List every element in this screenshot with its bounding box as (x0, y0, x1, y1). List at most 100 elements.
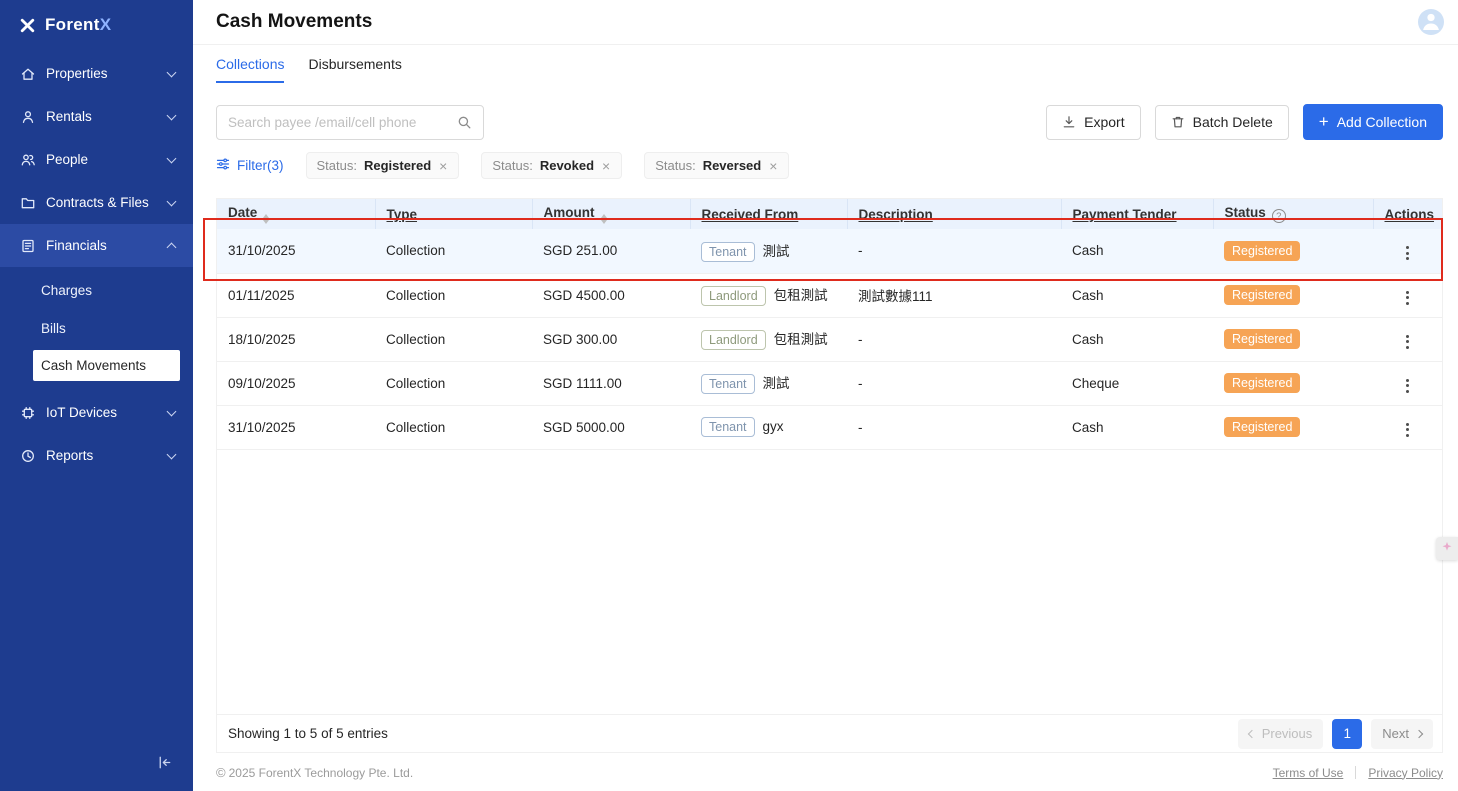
close-icon[interactable]: × (601, 159, 611, 173)
add-collection-button[interactable]: + Add Collection (1303, 104, 1443, 140)
copyright-icon: © (216, 765, 226, 780)
forentx-logo-icon (19, 17, 36, 34)
chip-prefix: Status: (317, 158, 357, 173)
sidebar-item-charges[interactable]: Charges (0, 271, 193, 309)
export-button[interactable]: Export (1046, 105, 1140, 140)
search-input[interactable] (228, 115, 457, 130)
cell-status: Registered (1213, 405, 1373, 449)
row-actions-kebab-icon[interactable] (1400, 375, 1415, 397)
cell-received-from: Tenant測試 (690, 361, 847, 405)
chevron-up-icon (167, 243, 177, 253)
column-header-status-label: Status (1225, 205, 1266, 220)
page-header: Cash Movements (193, 0, 1458, 45)
close-icon[interactable]: × (768, 159, 778, 173)
batch-delete-button-label: Batch Delete (1193, 114, 1273, 130)
divider (1355, 766, 1356, 779)
page-number-button[interactable]: 1 (1332, 719, 1362, 749)
filter-trigger-label: Filter(3) (237, 158, 284, 173)
cell-type: Collection (375, 273, 532, 317)
cell-type: Collection (375, 229, 532, 273)
sidebar-item-reports[interactable]: Reports (0, 434, 193, 477)
sidebar-item-properties[interactable]: Properties (0, 52, 193, 95)
legal-links: Terms of Use Privacy Policy (1273, 766, 1443, 780)
previous-page-button[interactable]: Previous (1238, 719, 1324, 749)
search-icon[interactable] (457, 115, 472, 130)
chip-prefix: Status: (492, 158, 532, 173)
row-actions-kebab-icon[interactable] (1400, 242, 1415, 264)
cell-date: 31/10/2025 (217, 229, 375, 273)
privacy-policy-link[interactable]: Privacy Policy (1368, 766, 1443, 780)
sidebar-item-people[interactable]: People (0, 138, 193, 181)
cell-payment-tender: Cash (1061, 229, 1213, 273)
sidebar-item-iot-devices[interactable]: IoT Devices (0, 391, 193, 434)
cell-description: 測試數據111 (847, 273, 1061, 317)
cell-actions (1373, 317, 1442, 361)
page-footer: © 2025 ForentX Technology Pte. Ltd. Term… (216, 761, 1443, 791)
chevron-down-icon (167, 406, 177, 416)
pagination: Previous 1 Next (1238, 719, 1433, 749)
collapse-sidebar-button[interactable] (156, 754, 173, 774)
add-collection-button-label: Add Collection (1337, 114, 1427, 130)
status-badge: Registered (1224, 241, 1300, 261)
sidebar-item-contracts-files[interactable]: Contracts & Files (0, 181, 193, 224)
home-icon (20, 66, 36, 82)
trash-icon (1171, 115, 1185, 129)
sidebar-subitem-label: Cash Movements (41, 358, 146, 373)
table-row: 09/10/2025 Collection SGD 1111.00 Tenant… (217, 361, 1442, 405)
cell-status: Registered (1213, 229, 1373, 273)
user-avatar[interactable] (1418, 9, 1444, 35)
toolbar: Export Batch Delete + Add Collection (216, 104, 1443, 140)
column-header-date-label[interactable]: Date (228, 205, 257, 220)
sort-icon[interactable] (601, 214, 607, 224)
help-icon[interactable]: ? (1272, 209, 1286, 223)
row-actions-kebab-icon[interactable] (1400, 287, 1415, 309)
copyright-text: 2025 ForentX Technology Pte. Ltd. (229, 766, 414, 780)
main-area: Cash Movements Collections Disbursements… (193, 0, 1458, 791)
sidebar-item-bills[interactable]: Bills (0, 309, 193, 347)
filter-chip-reversed: Status: Reversed × (644, 152, 789, 179)
sidebar-subitem-label: Charges (41, 283, 92, 298)
cell-actions (1373, 405, 1442, 449)
page-title: Cash Movements (216, 11, 372, 33)
status-badge: Registered (1224, 329, 1300, 349)
payer-type-tag: Tenant (701, 374, 755, 394)
cell-payment-tender: Cash (1061, 317, 1213, 361)
batch-delete-button[interactable]: Batch Delete (1155, 105, 1289, 140)
chevron-down-icon (167, 67, 177, 77)
filter-row: Filter(3) Status: Registered × Status: R… (216, 152, 1443, 179)
table-footer: Showing 1 to 5 of 5 entries Previous 1 N… (217, 714, 1442, 752)
sidebar-item-label: Rentals (46, 109, 92, 124)
cell-amount: SGD 300.00 (532, 317, 690, 361)
chip-value: Registered (364, 158, 431, 173)
payer-name: 測試 (763, 244, 790, 259)
sort-icon[interactable] (263, 214, 269, 224)
toolbar-actions: Export Batch Delete + Add Collection (1046, 104, 1443, 140)
cell-amount: SGD 251.00 (532, 229, 690, 273)
cell-received-from: Landlord包租測試 (690, 273, 847, 317)
sidebar-item-financials[interactable]: Financials (0, 224, 193, 267)
cell-received-from: Landlord包租測試 (690, 317, 847, 361)
tab-collections[interactable]: Collections (216, 56, 284, 83)
cash-movements-table: Date Type Amount Received From Descripti… (216, 198, 1443, 753)
cell-description: - (847, 229, 1061, 273)
filter-trigger[interactable]: Filter(3) (216, 157, 284, 174)
next-page-label: Next (1382, 726, 1409, 741)
terms-of-use-link[interactable]: Terms of Use (1273, 766, 1344, 780)
table-row: 18/10/2025 Collection SGD 300.00 Landlor… (217, 317, 1442, 361)
cell-actions (1373, 229, 1442, 273)
status-badge: Registered (1224, 417, 1300, 437)
next-page-button[interactable]: Next (1371, 719, 1433, 749)
cell-type: Collection (375, 361, 532, 405)
sidebar-item-cash-movements[interactable]: Cash Movements (33, 350, 180, 381)
row-actions-kebab-icon[interactable] (1400, 331, 1415, 353)
row-actions-kebab-icon[interactable] (1400, 419, 1415, 441)
payer-name: 包租測試 (774, 332, 828, 347)
cell-payment-tender: Cash (1061, 273, 1213, 317)
column-header-amount-label[interactable]: Amount (544, 205, 595, 220)
column-header-actions-label: Actions (1385, 207, 1435, 222)
chevron-down-icon (167, 196, 177, 206)
close-icon[interactable]: × (438, 159, 448, 173)
tab-disbursements[interactable]: Disbursements (308, 56, 401, 83)
assistant-widget[interactable] (1436, 537, 1458, 560)
sidebar-item-rentals[interactable]: Rentals (0, 95, 193, 138)
